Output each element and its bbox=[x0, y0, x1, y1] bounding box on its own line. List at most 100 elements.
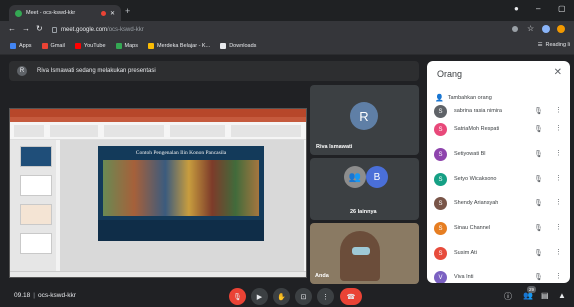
person-name: SatriaMoh Respati bbox=[454, 126, 500, 132]
bookmark-youtube[interactable]: YouTube bbox=[74, 43, 106, 49]
reload-icon[interactable]: ↻ bbox=[36, 24, 43, 33]
more-options-icon[interactable]: ⋮ bbox=[555, 174, 562, 182]
slide-footer-band bbox=[98, 220, 264, 241]
list-item[interactable]: S Shendy Ariansyah 🎙 ⋮ bbox=[427, 193, 570, 215]
person-avatar: S bbox=[434, 148, 447, 161]
bookmark-maps[interactable]: Maps bbox=[115, 43, 138, 49]
chrome-profile-icon[interactable]: ● bbox=[514, 4, 519, 13]
meet-favicon-icon bbox=[15, 9, 22, 17]
more-options-icon[interactable]: ⋮ bbox=[555, 124, 562, 132]
extension-icon[interactable] bbox=[542, 25, 550, 33]
bookmark-merdeka-belajar[interactable]: Merdeka Belajar - K... bbox=[148, 43, 210, 49]
person-name: Setiyowati Bl bbox=[454, 151, 486, 157]
url-field[interactable]: meet.google.com/ocs-kswd-kkr bbox=[52, 24, 502, 35]
new-tab-button[interactable]: + bbox=[125, 6, 130, 16]
bookmark-apps[interactable]: Apps bbox=[10, 43, 32, 49]
raise-hand-button[interactable]: ✋ bbox=[273, 288, 290, 305]
reading-list-button[interactable]: ☰ Reading li bbox=[538, 42, 570, 48]
close-tab-icon[interactable]: ✕ bbox=[110, 10, 115, 17]
more-options-icon[interactable]: ⋮ bbox=[555, 106, 562, 114]
star-icon[interactable]: ☆ bbox=[527, 24, 534, 33]
participant-count-badge: 29 bbox=[527, 286, 536, 293]
mic-muted-icon: 🎙 bbox=[534, 200, 543, 207]
reading-list-icon: ☰ bbox=[537, 42, 543, 48]
person-avatar: S bbox=[434, 247, 447, 260]
more-options-button[interactable]: ⋮ bbox=[317, 288, 334, 305]
person-name: sabrina rasia nimira bbox=[454, 108, 502, 114]
self-video-person bbox=[340, 231, 380, 281]
person-avatar: V bbox=[434, 271, 447, 283]
list-item[interactable]: S Sinau Channel 🎙 ⋮ bbox=[427, 218, 570, 240]
activities-icon[interactable]: ▲ bbox=[558, 291, 566, 300]
browser-tab-bar: Meet - ocs-kswd-kkr ✕ + ● – ▢ bbox=[0, 0, 574, 21]
forward-icon[interactable]: → bbox=[22, 24, 30, 33]
camera-icon: ▶ bbox=[256, 293, 263, 301]
mic-muted-icon: 🎙 bbox=[534, 274, 543, 281]
slide-thumbnail bbox=[20, 204, 52, 225]
gmail-icon bbox=[41, 43, 48, 49]
presenter-tile[interactable]: R Riva Ismawati bbox=[310, 85, 419, 155]
bookmark-gmail[interactable]: Gmail bbox=[41, 43, 65, 49]
person-avatar: S bbox=[434, 105, 447, 118]
more-options-icon[interactable]: ⋮ bbox=[555, 198, 562, 206]
person-name: Viva Inti bbox=[454, 274, 474, 280]
more-options-icon[interactable]: ⋮ bbox=[555, 149, 562, 157]
close-panel-icon[interactable]: ✕ bbox=[554, 67, 562, 78]
list-item[interactable]: S Setyo Wicaksono 🎙 ⋮ bbox=[427, 169, 570, 191]
camera-toggle-button[interactable]: ▶ bbox=[251, 288, 268, 305]
mic-muted-icon: 🎙 bbox=[534, 151, 543, 158]
minimize-button[interactable]: – bbox=[536, 4, 540, 13]
mic-muted-icon: 🎙 bbox=[534, 126, 543, 133]
others-count-label: 26 lainnya bbox=[350, 209, 377, 215]
presenter-tile-name: Riva Ismawati bbox=[316, 144, 353, 150]
list-item[interactable]: S SatriaMoh Respati 🎙 ⋮ bbox=[427, 119, 570, 141]
leave-call-button[interactable]: ☎ bbox=[340, 288, 362, 305]
back-icon[interactable]: ← bbox=[8, 24, 16, 33]
slide-photo bbox=[103, 160, 259, 216]
tab-title: Meet - ocs-kswd-kkr bbox=[26, 10, 76, 16]
recording-dot-icon bbox=[100, 10, 106, 16]
powerpoint-toolbar bbox=[10, 122, 306, 140]
more-options-icon[interactable]: ⋮ bbox=[555, 223, 562, 231]
presenter-avatar: R bbox=[17, 66, 27, 76]
address-bar: ← → ↻ meet.google.com/ocs-kswd-kkr ☆ bbox=[0, 21, 574, 38]
profile-avatar-icon[interactable] bbox=[557, 25, 565, 33]
participant-photo-avatar: 👥 bbox=[344, 166, 366, 188]
meet-control-bar: 09.18 | ocs-kswd-kkr 🎙 ▶ ✋ ⊡ ⋮ ☎ ⓘ 👥 29 ▤ … bbox=[0, 285, 574, 307]
download-icon bbox=[220, 43, 227, 49]
more-options-icon[interactable]: ⋮ bbox=[555, 272, 562, 280]
meeting-details-icon[interactable]: ⓘ bbox=[504, 291, 512, 302]
list-item[interactable]: V Viva Inti 🎙 ⋮ bbox=[427, 267, 570, 283]
others-avatar: B bbox=[366, 166, 388, 188]
slide-thumbnail bbox=[20, 146, 52, 167]
meeting-info: 09.18 | ocs-kswd-kkr bbox=[14, 292, 76, 299]
person-avatar: S bbox=[434, 222, 447, 235]
person-name: Shendy Ariansyah bbox=[454, 200, 499, 206]
clock-time: 09.18 bbox=[14, 292, 31, 299]
chat-icon[interactable]: ▤ bbox=[541, 291, 549, 300]
self-video-mask bbox=[352, 247, 370, 255]
present-button[interactable]: ⊡ bbox=[295, 288, 312, 305]
person-avatar: S bbox=[434, 173, 447, 186]
camera-indicator-icon[interactable] bbox=[512, 26, 518, 32]
mic-muted-icon: 🎙 bbox=[534, 108, 543, 115]
person-avatar: S bbox=[434, 123, 447, 136]
mic-muted-icon: 🎙 bbox=[534, 250, 543, 257]
hang-up-icon: ☎ bbox=[346, 293, 356, 301]
mic-toggle-button[interactable]: 🎙 bbox=[229, 288, 246, 305]
list-item[interactable]: S Susim Ati 🎙 ⋮ bbox=[427, 243, 570, 265]
youtube-icon bbox=[74, 43, 81, 49]
mic-muted-icon: 🎙 bbox=[534, 176, 543, 183]
list-item[interactable]: S Setiyowati Bl 🎙 ⋮ bbox=[427, 144, 570, 166]
browser-tab[interactable]: Meet - ocs-kswd-kkr ✕ bbox=[9, 5, 121, 21]
bookmark-downloads[interactable]: Downloads bbox=[220, 43, 256, 49]
lock-icon bbox=[52, 26, 57, 33]
current-slide: Contoh Pengenalan Ilin Konon Pancasila bbox=[98, 146, 264, 241]
slide-thumbnail bbox=[20, 175, 52, 196]
more-options-icon[interactable]: ⋮ bbox=[555, 248, 562, 256]
apps-icon bbox=[10, 43, 16, 49]
others-tile[interactable]: 👥 B 26 lainnya bbox=[310, 158, 419, 220]
self-video-tile[interactable]: Anda bbox=[310, 223, 419, 284]
maximize-button[interactable]: ▢ bbox=[558, 4, 566, 13]
people-panel-title: Orang bbox=[437, 69, 463, 79]
